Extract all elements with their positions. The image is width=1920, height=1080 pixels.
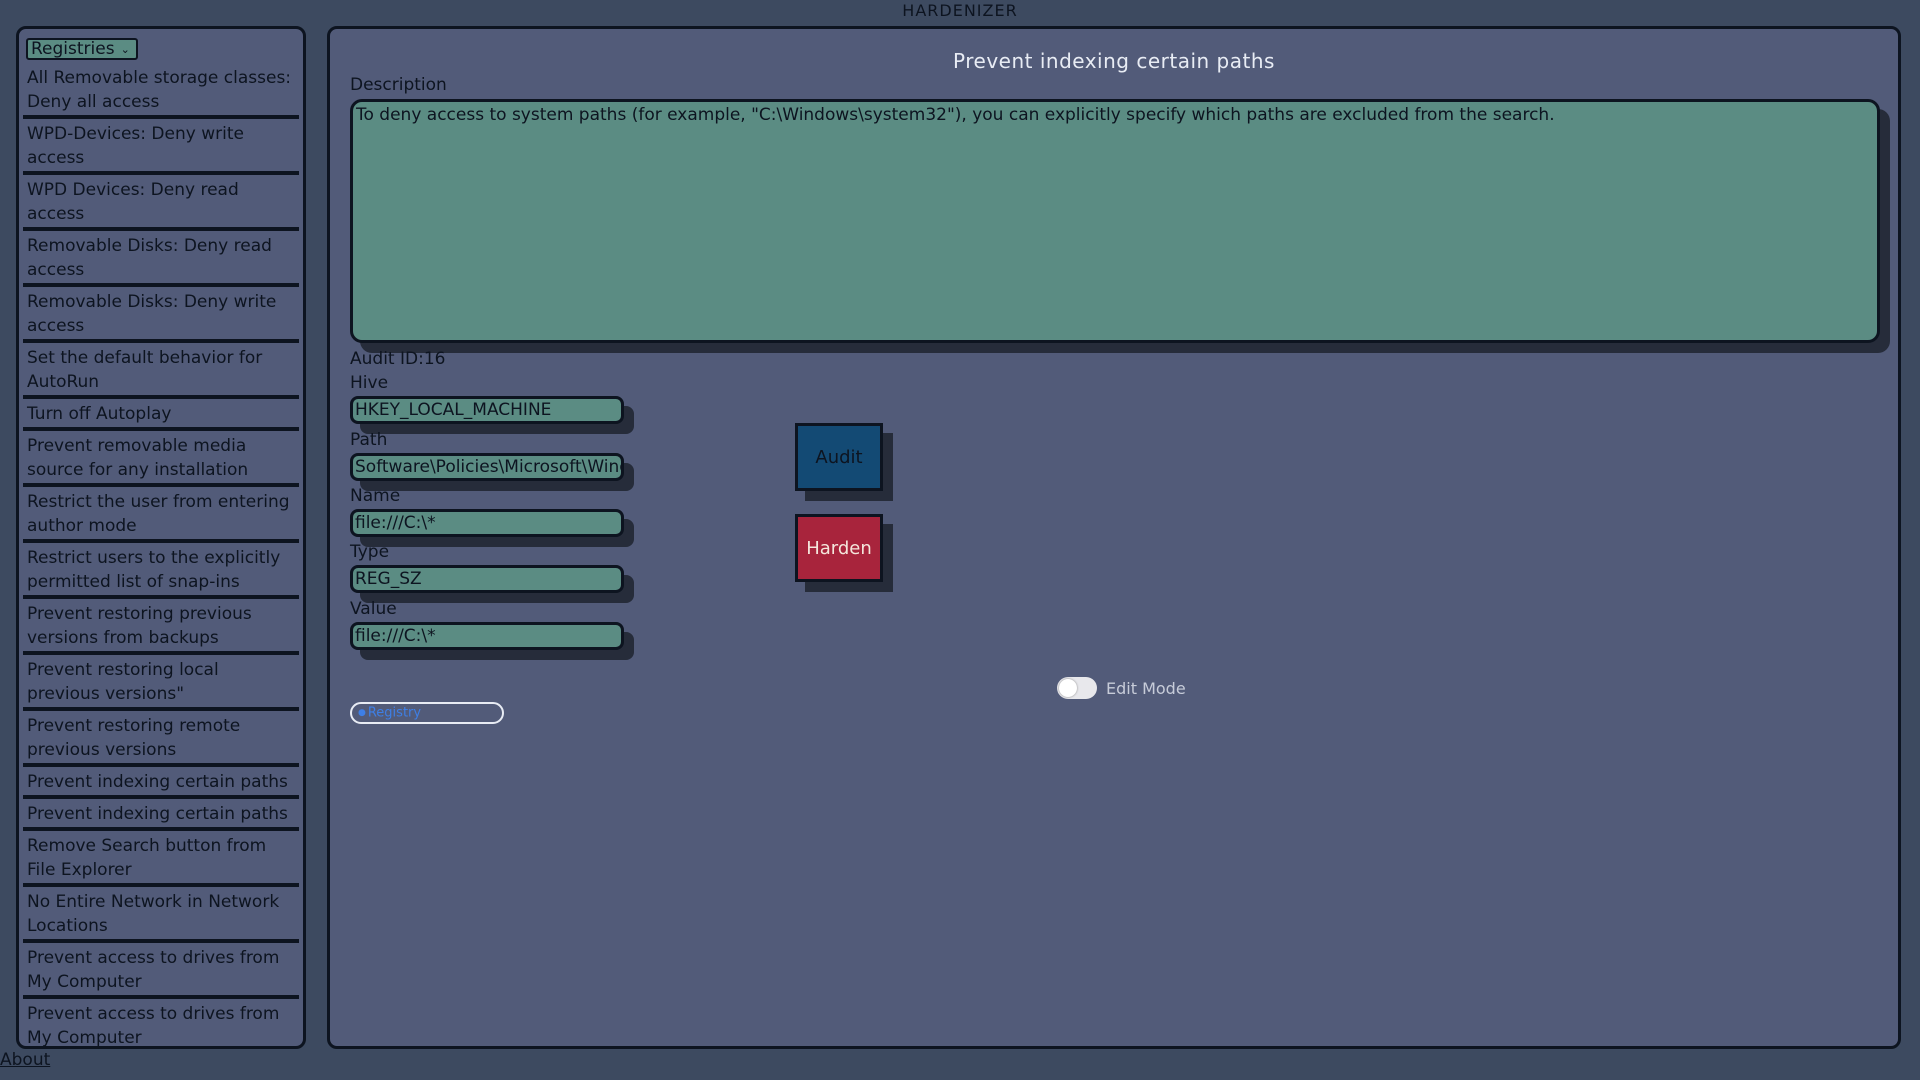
edit-mode-toggle[interactable] xyxy=(1057,677,1097,699)
sidebar-item[interactable]: Restrict users to the explicitly permitt… xyxy=(23,543,299,599)
sidebar-item[interactable]: Removable Disks: Deny write access xyxy=(23,287,299,343)
description-box[interactable]: To deny access to system paths (for exam… xyxy=(350,99,1880,343)
about-link[interactable]: About xyxy=(0,1050,50,1070)
sidebar-item[interactable]: Turn off Autoplay xyxy=(23,399,299,431)
sidebar-item-active[interactable]: Prevent indexing certain paths xyxy=(23,767,299,799)
sidebar: Registries ⌄ All Removable storage class… xyxy=(16,26,306,1049)
toggle-knob xyxy=(1059,679,1077,697)
sidebar-item[interactable]: Remove Search button from File Explorer xyxy=(23,831,299,887)
sidebar-item[interactable]: Prevent access to drives from My Compute… xyxy=(23,943,299,999)
description-label: Description xyxy=(350,75,447,95)
sidebar-item[interactable]: WPD-Devices: Deny write access xyxy=(23,119,299,175)
sidebar-list: All Removable storage classes: Deny all … xyxy=(23,63,299,1046)
category-dropdown-label: Registries xyxy=(31,39,115,59)
sidebar-item[interactable]: Prevent access to drives from My Compute… xyxy=(23,999,299,1046)
app-title: HARDENIZER xyxy=(902,1,1018,20)
category-dropdown[interactable]: Registries ⌄ xyxy=(26,38,138,60)
sidebar-item[interactable]: Prevent restoring local previous version… xyxy=(23,655,299,711)
name-label: Name xyxy=(350,486,401,506)
sidebar-item[interactable]: WPD Devices: Deny read access xyxy=(23,175,299,231)
sidebar-item[interactable]: Restrict the user from entering author m… xyxy=(23,487,299,543)
sidebar-item[interactable]: Prevent indexing certain paths xyxy=(23,799,299,831)
audit-button[interactable]: Audit xyxy=(795,423,883,491)
sidebar-item[interactable]: Set the default behavior for AutoRun xyxy=(23,343,299,399)
edit-mode-label: Edit Mode xyxy=(1106,678,1186,698)
name-field[interactable]: file:///C:\* xyxy=(350,509,624,537)
hive-field[interactable]: HKEY_LOCAL_MACHINE xyxy=(350,396,624,424)
edit-mode-control: Edit Mode xyxy=(1057,677,1186,699)
sidebar-item[interactable]: All Removable storage classes: Deny all … xyxy=(23,63,299,119)
main-panel: Prevent indexing certain paths Descripti… xyxy=(327,26,1901,1049)
value-field[interactable]: file:///C:\* xyxy=(350,622,624,650)
sidebar-item[interactable]: No Entire Network in Network Locations xyxy=(23,887,299,943)
page-title: Prevent indexing certain paths xyxy=(953,49,1275,73)
path-label: Path xyxy=(350,430,388,450)
harden-button[interactable]: Harden xyxy=(795,514,883,582)
registry-tag: ● Registry xyxy=(350,702,504,724)
registry-tag-label: Registry xyxy=(367,705,422,721)
sidebar-item[interactable]: Prevent restoring previous versions from… xyxy=(23,599,299,655)
audit-id-text: Audit ID:16 xyxy=(350,349,446,369)
value-label: Value xyxy=(350,599,397,619)
chevron-down-icon: ⌄ xyxy=(120,42,130,56)
sidebar-item[interactable]: Prevent removable media source for any i… xyxy=(23,431,299,487)
sidebar-item[interactable]: Removable Disks: Deny read access xyxy=(23,231,299,287)
type-label: Type xyxy=(350,542,390,562)
path-field[interactable]: Software\Policies\Microsoft\Windows\Wind… xyxy=(350,453,624,481)
hive-label: Hive xyxy=(350,373,389,393)
sidebar-item[interactable]: Prevent restoring remote previous versio… xyxy=(23,711,299,767)
type-field[interactable]: REG_SZ xyxy=(350,565,624,593)
dot-icon: ● xyxy=(358,708,366,718)
